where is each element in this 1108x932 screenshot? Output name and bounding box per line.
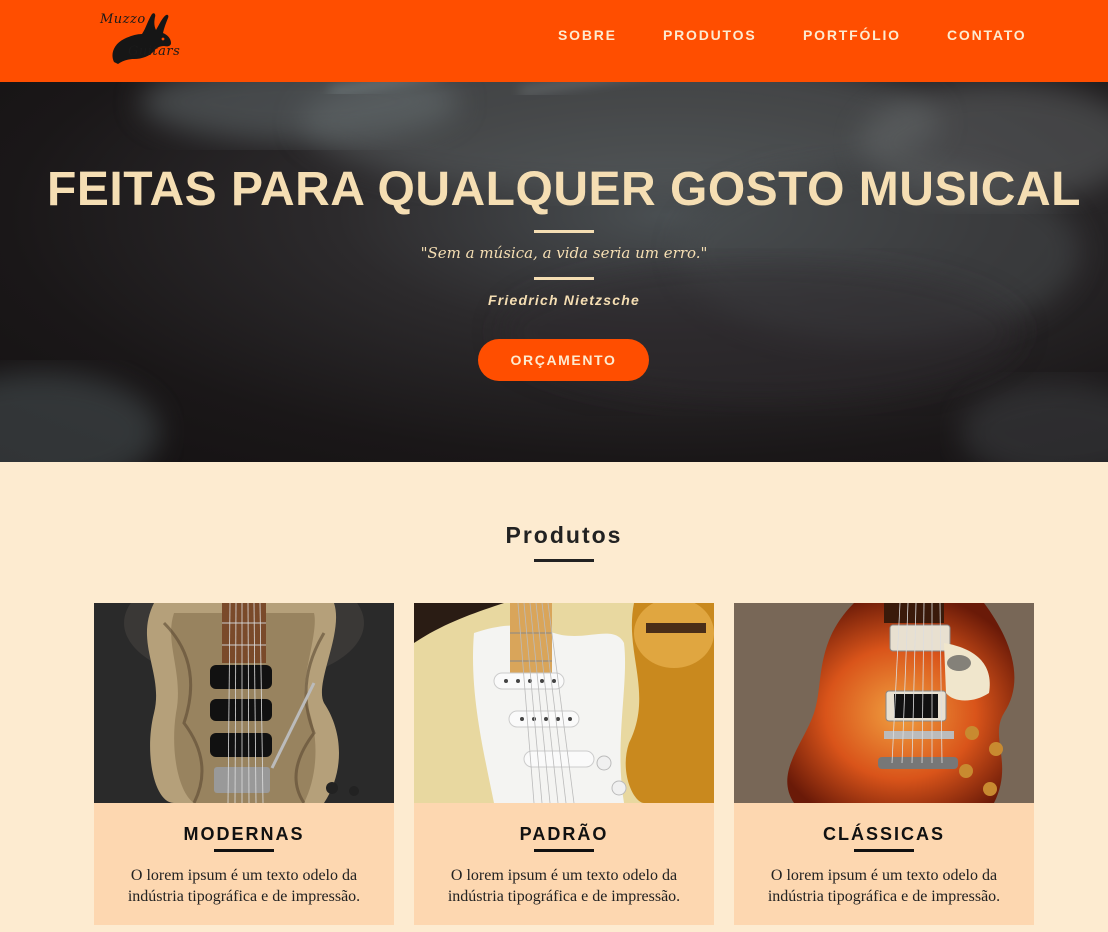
site-header: Muzzo Guitars SOBRE PRODUTOS PORTFÓLIO C… xyxy=(0,0,1108,82)
nav-link-sobre[interactable]: SOBRE xyxy=(558,27,617,43)
hero-content: FEITAS PARA QUALQUER GOSTO MUSICAL "Sem … xyxy=(0,82,1108,462)
product-card-title: PADRÃO xyxy=(519,824,609,844)
product-card-description: O lorem ipsum é um texto odelo da indúst… xyxy=(767,867,1001,905)
hero-divider-bottom xyxy=(534,277,594,280)
logo-text-muzzo: Muzzo xyxy=(100,12,146,27)
quote-request-button[interactable]: ORÇAMENTO xyxy=(478,339,649,381)
hero-quote-author: Friedrich Nietzsche xyxy=(488,292,640,308)
product-image-padrao xyxy=(414,603,714,803)
hero-title: FEITAS PARA QUALQUER GOSTO MUSICAL xyxy=(47,163,1081,216)
hero-divider-top xyxy=(534,230,594,233)
hero-quote: "Sem a música, a vida seria um erro." xyxy=(420,244,708,262)
product-card-divider xyxy=(214,849,274,852)
products-title-divider xyxy=(534,559,594,562)
product-card-divider xyxy=(854,849,914,852)
product-card-padrao[interactable]: PADRÃO O lorem ipsum é um texto odelo da… xyxy=(414,603,714,925)
product-image-modernas xyxy=(94,603,394,803)
product-card-description: O lorem ipsum é um texto odelo da indúst… xyxy=(447,867,681,905)
hero-banner: FEITAS PARA QUALQUER GOSTO MUSICAL "Sem … xyxy=(0,82,1108,462)
logo-text-guitars: Guitars xyxy=(128,44,181,59)
product-card-title: MODERNAS xyxy=(183,824,305,844)
nav-link-portfolio[interactable]: PORTFÓLIO xyxy=(803,27,901,43)
nav-link-contato[interactable]: CONTATO xyxy=(947,27,1026,43)
product-card-divider xyxy=(534,849,594,852)
product-card-title: CLÁSSICAS xyxy=(822,824,945,844)
brand-logo[interactable]: Muzzo Guitars xyxy=(96,6,188,68)
product-card-modernas[interactable]: MODERNAS O lorem ipsum é um texto odelo … xyxy=(94,603,394,925)
product-card-description: O lorem ipsum é um texto odelo da indúst… xyxy=(127,867,361,905)
products-section-title: Produtos xyxy=(505,522,623,548)
product-card-classicas[interactable]: CLÁSSICAS O lorem ipsum é um texto odelo… xyxy=(734,603,1034,925)
product-image-classicas xyxy=(734,603,1034,803)
nav-link-produtos[interactable]: PRODUTOS xyxy=(663,27,757,43)
